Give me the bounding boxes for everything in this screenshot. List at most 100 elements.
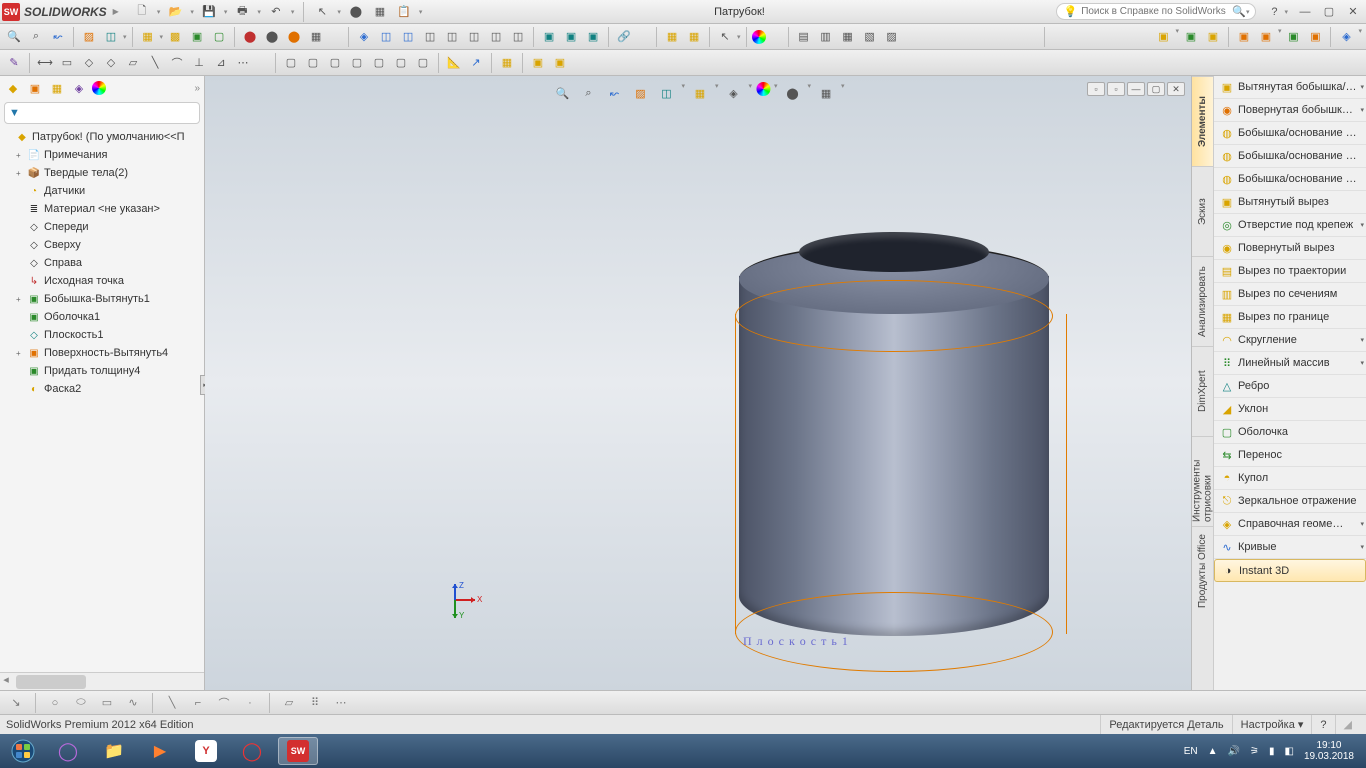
sk-circle-icon[interactable]: ○ [45,693,65,713]
tray-network-icon[interactable]: ⚞ [1250,746,1259,757]
help-search-input[interactable] [1081,6,1232,17]
decal-icon[interactable]: ▦ [306,27,326,47]
hud-hide-icon[interactable]: ◈ [722,82,744,104]
sk-line-icon[interactable]: ╲ [162,693,182,713]
help-icon[interactable]: ? [1264,2,1284,22]
undo-icon[interactable]: ↶ [267,3,285,21]
fm-tab-2-icon[interactable]: ▣ [26,79,44,97]
feature-command[interactable]: ◍Бобышка/основание … [1214,168,1366,191]
tool-d-icon[interactable]: ▣ [1234,27,1254,47]
options-icon[interactable]: ▦ [371,3,389,21]
more-icon[interactable]: ⋯ [233,53,253,73]
feature-command[interactable]: ◑Instant 3D [1214,559,1366,582]
save-icon[interactable]: 💾 [200,3,218,21]
tree-item[interactable]: ◔Датчики [2,182,204,200]
box7-icon[interactable]: ▢ [413,53,433,73]
cube1-icon[interactable]: ◫ [376,27,396,47]
task-media-icon[interactable]: ▶ [140,737,180,765]
box6-icon[interactable]: ▢ [391,53,411,73]
link-icon[interactable]: 🔗 [614,27,634,47]
fm-tab-3-icon[interactable]: ▦ [48,79,66,97]
start-button[interactable] [4,736,42,766]
tree-item[interactable]: ◇Сверху [2,236,204,254]
eval-icon[interactable]: ↗ [466,53,486,73]
ref1-icon[interactable]: ▦ [497,53,517,73]
tray-clock[interactable]: 19:10 19.03.2018 [1304,740,1354,762]
line-icon[interactable]: ╲ [145,53,165,73]
sk-chamfer-icon[interactable]: ▱ [279,693,299,713]
tool-a-icon[interactable]: ▣ [1153,27,1173,47]
feature-command[interactable]: ◉Повернутая бобышк…▾ [1214,99,1366,122]
ref2-icon[interactable]: ▣ [528,53,548,73]
hud-zoom-area-icon[interactable]: ⌕ [577,82,599,104]
window-close-icon[interactable]: ▧ [860,27,880,47]
menu-dropdown-icon[interactable]: ▶ [113,7,119,16]
stop-icon[interactable]: ⬤ [240,27,260,47]
shaded1-icon[interactable]: ▣ [539,27,559,47]
sk-point-icon[interactable]: · [240,693,260,713]
feature-command[interactable]: ◍Бобышка/основание … [1214,122,1366,145]
shape2-icon[interactable]: ◇ [101,53,121,73]
maximize-icon[interactable]: ▢ [1318,4,1340,20]
feature-command[interactable]: ◢Уклон [1214,398,1366,421]
tree-filter[interactable]: ▼ [4,102,200,124]
shape3-icon[interactable]: ▱ [123,53,143,73]
tray-lang[interactable]: EN [1184,746,1198,757]
cursor-icon[interactable]: ↖ [715,27,735,47]
hud-display-icon[interactable]: ▦ [689,82,711,104]
fm-tab-4-icon[interactable]: ◈ [70,79,88,97]
sk-corner-icon[interactable]: ⌐ [188,693,208,713]
hud-appearance-icon[interactable] [756,82,770,96]
tree-item[interactable]: ≣Материал <не указан> [2,200,204,218]
box2-icon[interactable]: ▢ [303,53,323,73]
window-cascade-icon[interactable]: ▥ [816,27,836,47]
feature-command[interactable]: ▥Вырез по сечениям [1214,283,1366,306]
section-view-icon[interactable]: ▨ [79,27,99,47]
tree-root[interactable]: ◆ Патрубок! (По умолчанию<<П [2,128,204,146]
sk-more-icon[interactable]: ⋯ [331,693,351,713]
fm-tabs-expand-icon[interactable]: » [194,83,200,94]
tree-item[interactable]: ◇Плоскость1 [2,326,204,344]
status-settings[interactable]: Настройка ▾ [1232,715,1312,734]
tree-item[interactable]: ◇Спереди [2,218,204,236]
feature-command[interactable]: ⎋Зеркальное отражение [1214,490,1366,513]
tray-battery-icon[interactable]: ▮ [1269,746,1275,757]
tool-e-icon[interactable]: ▣ [1256,27,1276,47]
sk-ellipse-icon[interactable]: ⬭ [71,693,91,713]
tree-item[interactable]: +▣Поверхность-Вытянуть4 [2,344,204,362]
cm-tab[interactable]: Эскиз [1192,166,1213,256]
scene-icon[interactable]: ⬤ [284,27,304,47]
shape1-icon[interactable]: ◇ [79,53,99,73]
cm-tab[interactable]: Продукты Office [1192,526,1213,616]
search-icon[interactable]: 🔍 [1232,5,1246,18]
status-help-icon[interactable]: ? [1311,715,1334,734]
task-solidworks-icon[interactable]: SW [278,737,318,765]
cm-tab[interactable]: Элементы [1192,76,1213,166]
cube3-icon[interactable]: ◫ [420,27,440,47]
feature-command[interactable]: ⠿Линейный массив▾ [1214,352,1366,375]
sk-arc-icon[interactable]: ⌒ [214,693,234,713]
task-yandex-icon[interactable]: Y [186,737,226,765]
ref3-icon[interactable]: ▣ [550,53,570,73]
feature-command[interactable]: ▢Оболочка [1214,421,1366,444]
sk-rect-icon[interactable]: ▭ [97,693,117,713]
cm-tab[interactable]: DimXpert [1192,346,1213,436]
tray-action-icon[interactable]: ◧ [1284,746,1293,757]
feature-command[interactable]: ▦Вырез по границе [1214,306,1366,329]
viewport-3d[interactable]: 🔍 ⌕ ↜ ▨ ◫▾ ▦▾ ◈▾ ▾ ⬤▾ ▦▾ ▫ ▫ — ▢ ✕ П л [205,76,1191,690]
tree-item[interactable]: +📦Твердые тела(2) [2,164,204,182]
arc-icon[interactable]: ⌒ [167,53,187,73]
shaded-edges-icon[interactable]: ▣ [187,27,207,47]
feature-command[interactable]: ◉Повернутый вырез [1214,237,1366,260]
feature-command[interactable]: △Ребро [1214,375,1366,398]
fm-tab-5-icon[interactable] [92,81,106,95]
box3-icon[interactable]: ▢ [325,53,345,73]
hud-prev-view-icon[interactable]: ↜ [603,82,625,104]
tray-flag-icon[interactable]: ▲ [1208,746,1218,757]
perp-icon[interactable]: ⊥ [189,53,209,73]
help-search-box[interactable]: 💡 🔍▾ [1056,3,1256,20]
tree-item[interactable]: ◇Справа [2,254,204,272]
mdi-max-icon[interactable]: ▢ [1147,82,1165,96]
hud-section-icon[interactable]: ▨ [629,82,651,104]
box1-icon[interactable]: ▢ [281,53,301,73]
